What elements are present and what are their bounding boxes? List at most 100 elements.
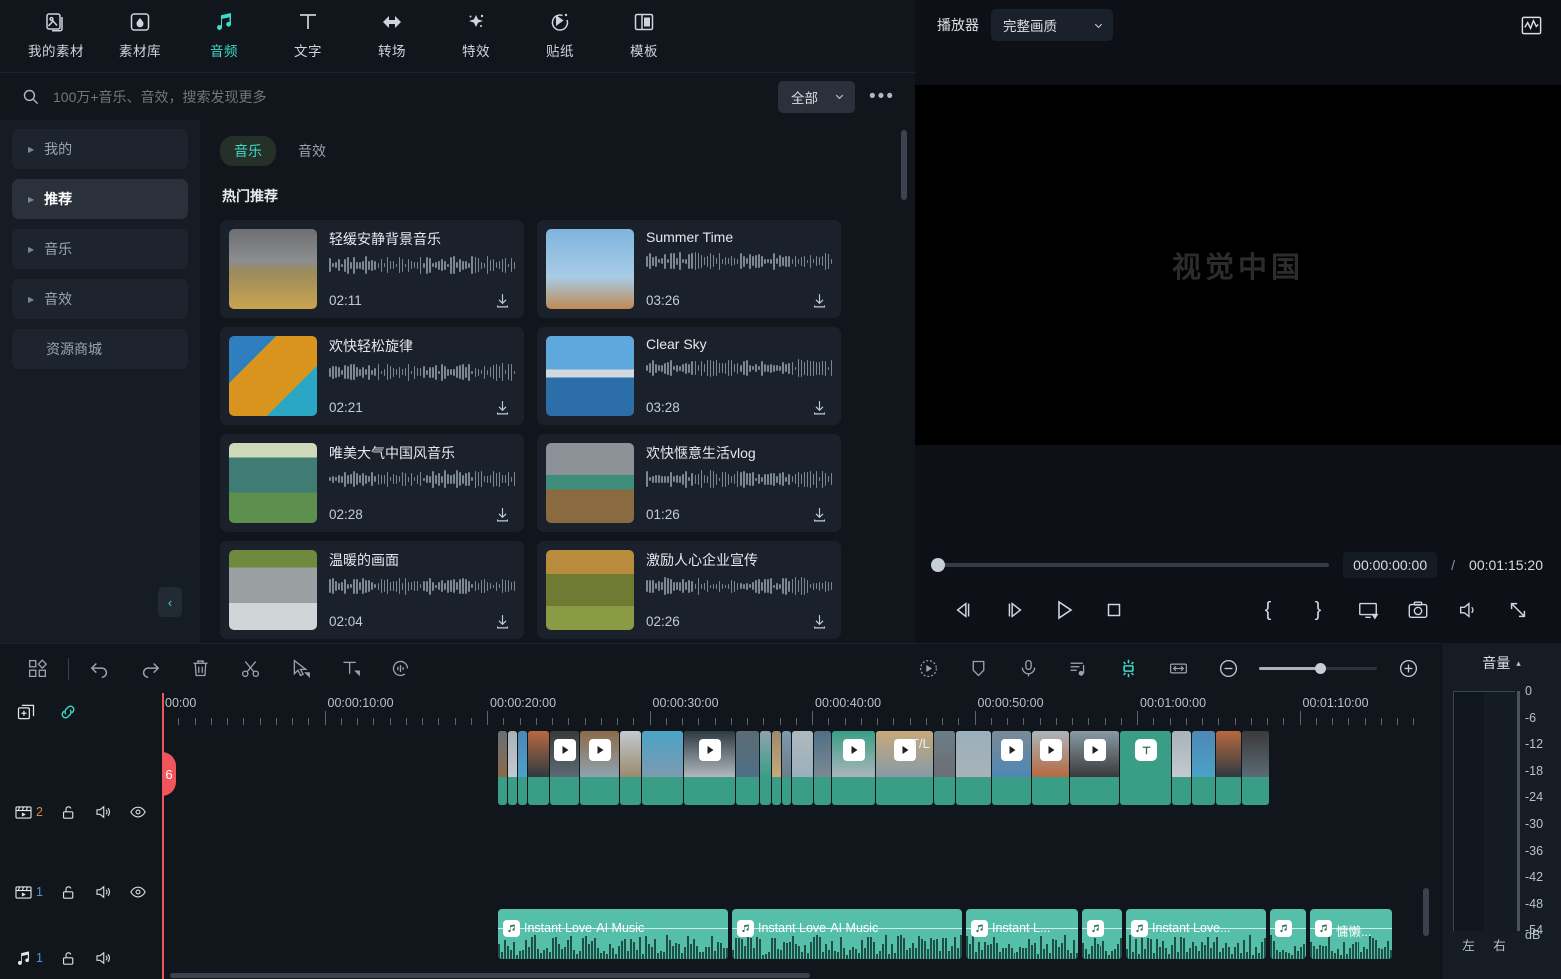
next-frame-button[interactable] <box>989 599 1039 621</box>
timeline-horizontal-scrollbar[interactable] <box>170 973 810 978</box>
audio-clip[interactable]: Instant Love-AI Music <box>498 909 728 959</box>
eye-icon[interactable] <box>129 883 147 901</box>
video-clip[interactable] <box>508 731 517 805</box>
prev-frame-button[interactable] <box>939 599 989 621</box>
snapshot-button[interactable] <box>1393 599 1443 622</box>
record-voiceover-button[interactable] <box>1003 658 1053 679</box>
video-clip[interactable] <box>832 731 875 805</box>
snap-button[interactable] <box>1103 658 1153 679</box>
sidebar-item-3[interactable]: ▶音乐 <box>12 229 188 269</box>
unlock-icon[interactable] <box>60 884 77 901</box>
volume-button[interactable] <box>1443 599 1493 622</box>
zoom-out-button[interactable] <box>1203 658 1253 679</box>
motion-tracking-button[interactable] <box>903 658 953 679</box>
waveform-scope-icon[interactable] <box>1520 14 1543 37</box>
music-card[interactable]: Summer Time03:26 <box>537 220 841 318</box>
marker-button[interactable] <box>953 658 1003 679</box>
nav-tab-2[interactable]: 素材库 <box>98 0 182 60</box>
nav-tab-3[interactable]: 音频 <box>182 0 266 60</box>
sidebar-item-1[interactable]: ▶我的 <box>12 129 188 169</box>
music-card[interactable]: 激励人心企业宣传02:26 <box>537 541 841 639</box>
video-frame[interactable]: 视觉中国 <box>915 85 1561 445</box>
video-clip[interactable] <box>498 731 507 805</box>
eye-icon[interactable] <box>129 803 147 821</box>
download-icon[interactable] <box>494 399 511 416</box>
filter-all-dropdown[interactable]: 全部 <box>778 81 855 113</box>
video-clip[interactable] <box>934 731 955 805</box>
download-icon[interactable] <box>494 506 511 523</box>
more-options-button[interactable]: ••• <box>855 87 901 106</box>
unlock-icon[interactable] <box>60 804 77 821</box>
music-card[interactable]: 欢快轻松旋律02:21 <box>220 327 524 425</box>
video-clip[interactable] <box>956 731 991 805</box>
video-clip[interactable] <box>1120 731 1171 805</box>
nav-tab-1[interactable]: 我的素材 <box>14 0 98 60</box>
unlock-icon[interactable] <box>60 950 77 967</box>
text-tool-button[interactable] <box>325 658 375 679</box>
video-clip[interactable] <box>580 731 619 805</box>
nav-tab-8[interactable]: 模板 <box>602 0 686 60</box>
mark-out-button[interactable]: } <box>1293 599 1343 622</box>
play-button[interactable] <box>1039 598 1089 622</box>
mark-in-button[interactable]: { <box>1243 599 1293 622</box>
current-timecode[interactable]: 00:00:00:00 <box>1343 552 1437 578</box>
fit-timeline-button[interactable] <box>1153 658 1203 679</box>
download-icon[interactable] <box>494 292 511 309</box>
audio-clip[interactable]: Instant Love... <box>1126 909 1266 959</box>
video-track-2-clips[interactable]: T/L <box>498 731 1396 805</box>
audio-clip[interactable]: Instant Love-AI Music <box>732 909 962 959</box>
speaker-icon[interactable] <box>94 883 112 901</box>
video-clip[interactable] <box>1242 731 1269 805</box>
undo-button[interactable] <box>75 658 125 680</box>
video-clip[interactable] <box>528 731 549 805</box>
video-clip[interactable] <box>736 731 759 805</box>
video-clip[interactable] <box>772 731 781 805</box>
timeline-zoom-slider[interactable] <box>1259 667 1377 670</box>
video-clip[interactable] <box>1032 731 1069 805</box>
timeline-ruler[interactable]: 00:0000:00:10:0000:00:20:0000:00:30:0000… <box>162 693 1421 731</box>
seek-slider[interactable] <box>935 563 1329 567</box>
audio-detach-button[interactable] <box>375 658 425 679</box>
sidebar-item-5[interactable]: 资源商城 <box>12 329 188 369</box>
video-clip[interactable] <box>792 731 813 805</box>
search-input[interactable] <box>53 89 778 105</box>
download-icon[interactable] <box>811 399 828 416</box>
search-field-wrap[interactable] <box>0 88 778 105</box>
zoom-in-button[interactable] <box>1383 658 1433 679</box>
video-clip[interactable] <box>550 731 579 805</box>
nav-tab-5[interactable]: 转场 <box>350 0 434 60</box>
music-card[interactable]: Clear Sky03:28 <box>537 327 841 425</box>
speaker-icon[interactable] <box>94 803 112 821</box>
fullscreen-button[interactable] <box>1493 599 1543 622</box>
volume-header[interactable]: 音量 ▴ <box>1442 643 1561 683</box>
video-clip[interactable] <box>1172 731 1191 805</box>
seek-knob[interactable] <box>931 558 945 572</box>
nav-tab-7[interactable]: 贴纸 <box>518 0 602 60</box>
playhead[interactable]: 6 <box>162 693 164 979</box>
music-card[interactable]: 轻缓安静背景音乐02:11 <box>220 220 524 318</box>
video-clip[interactable] <box>992 731 1031 805</box>
beat-detect-button[interactable] <box>1053 658 1103 679</box>
quality-dropdown[interactable]: 完整画质 <box>991 9 1113 41</box>
library-scrollbar[interactable] <box>901 130 907 200</box>
audio-clip[interactable]: 慵懒... <box>1310 909 1392 959</box>
collapse-panel-button[interactable]: ‹ <box>158 587 182 617</box>
audio-clip[interactable]: Instant L... <box>966 909 1078 959</box>
video-clip[interactable] <box>782 731 791 805</box>
download-icon[interactable] <box>811 506 828 523</box>
delete-button[interactable] <box>175 658 225 679</box>
audio-track-1-clips[interactable]: Instant Love-AI MusicInstant Love-AI Mus… <box>498 909 1396 959</box>
download-icon[interactable] <box>811 292 828 309</box>
audio-clip[interactable] <box>1270 909 1306 959</box>
video-clip[interactable] <box>1216 731 1241 805</box>
music-card[interactable]: 温暖的画面02:04 <box>220 541 524 639</box>
download-icon[interactable] <box>811 613 828 630</box>
video-clip[interactable] <box>684 731 735 805</box>
speaker-icon[interactable] <box>94 949 112 967</box>
audio-clip[interactable] <box>1082 909 1122 959</box>
select-tool-button[interactable] <box>275 658 325 679</box>
redo-button[interactable] <box>125 658 175 680</box>
video-clip[interactable] <box>642 731 683 805</box>
download-icon[interactable] <box>494 613 511 630</box>
video-clip[interactable] <box>620 731 641 805</box>
